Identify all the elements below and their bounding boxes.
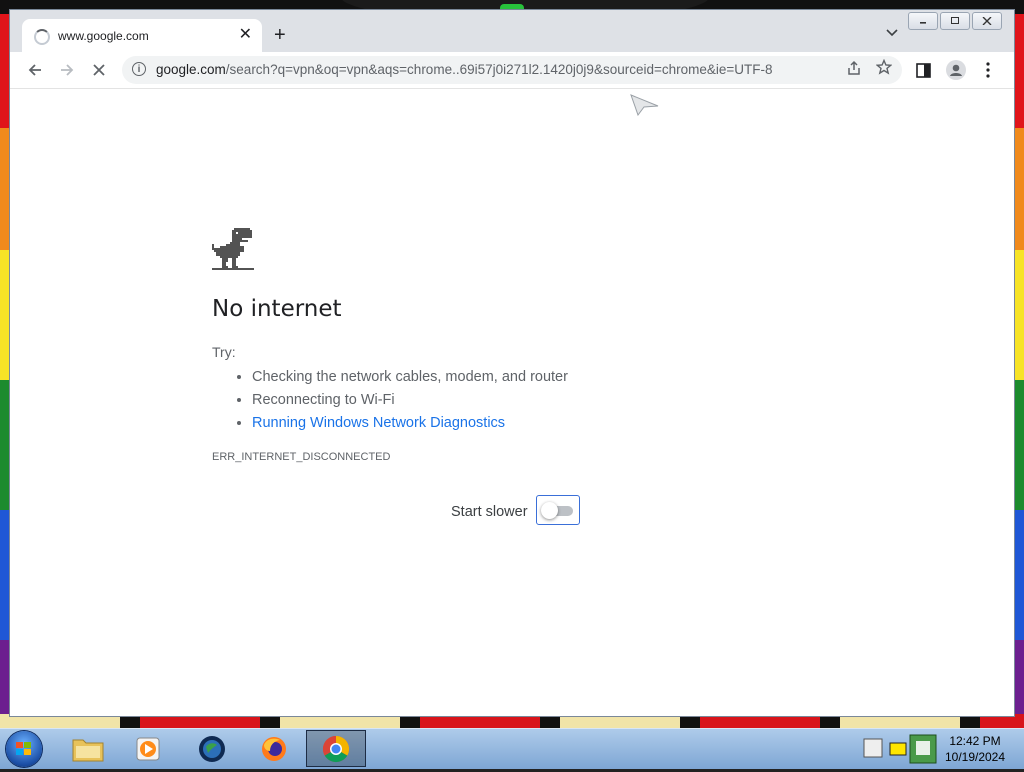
taskbar-chrome[interactable] — [306, 730, 366, 767]
globe-icon — [199, 735, 225, 762]
taskbar-clock[interactable]: 12:42 PM 10/19/2024 — [940, 733, 1010, 765]
arrow-right-icon[interactable] — [56, 59, 78, 81]
share-icon[interactable] — [846, 60, 862, 80]
taskbar: 12:42 PM 10/19/2024 — [0, 728, 1024, 769]
windows-logo-icon — [16, 742, 31, 755]
error-page: No internet Try: Checking the network ca… — [10, 89, 1014, 716]
start-slower-control: Start slower — [432, 495, 582, 529]
browser-window: www.google.com ✕ + i google.com/search?q… — [10, 10, 1014, 716]
browser-toolbar: i google.com/search?q=vpn&oq=vpn&aqs=chr… — [10, 52, 1014, 89]
start-button[interactable] — [6, 731, 42, 767]
start-slower-toggle[interactable] — [536, 495, 580, 525]
kebab-menu-icon[interactable] — [977, 59, 999, 81]
new-tab-button[interactable]: + — [274, 24, 286, 46]
error-title: No internet — [212, 296, 342, 322]
suggestion-item: Running Windows Network Diagnostics — [252, 412, 568, 435]
toggle-knob — [541, 502, 558, 519]
firefox-icon — [262, 736, 286, 761]
address-url[interactable]: google.com/search?q=vpn&oq=vpn&aqs=chrom… — [156, 62, 773, 77]
tab-title: www.google.com — [58, 29, 149, 43]
error-code: ERR_INTERNET_DISCONNECTED — [212, 451, 391, 463]
taskbar-globe-app[interactable] — [182, 730, 242, 767]
address-bar[interactable]: i google.com/search?q=vpn&oq=vpn&aqs=chr… — [122, 56, 902, 84]
profile-icon[interactable] — [945, 59, 967, 81]
clock-time: 12:42 PM — [949, 734, 1001, 748]
action-center-icon — [863, 738, 883, 758]
star-icon[interactable] — [875, 58, 893, 80]
tab-strip: www.google.com ✕ + — [10, 10, 1014, 53]
taskbar-media-player[interactable] — [118, 730, 178, 767]
loading-spinner-icon — [34, 29, 50, 45]
network-diagnostics-link[interactable]: Running Windows Network Diagnostics — [252, 415, 505, 431]
side-panel-icon[interactable] — [912, 59, 934, 81]
stop-loading-icon[interactable] — [88, 59, 110, 81]
suggestion-item: Reconnecting to Wi-Fi — [252, 389, 568, 412]
tab-google[interactable]: www.google.com ✕ — [22, 19, 262, 53]
system-tray — [862, 731, 938, 767]
window-controls — [908, 12, 1002, 30]
media-player-icon — [136, 737, 160, 760]
taskbar-firefox[interactable] — [244, 730, 304, 767]
suggestion-list: Checking the network cables, modem, and … — [232, 366, 568, 435]
tab-search-icon[interactable] — [886, 26, 898, 40]
taskbar-explorer[interactable] — [58, 730, 118, 767]
chrome-icon — [322, 735, 350, 762]
close-window-button[interactable] — [972, 12, 1002, 30]
clock-date: 10/19/2024 — [944, 750, 1006, 764]
try-label: Try: — [212, 344, 236, 360]
arrow-left-icon[interactable] — [24, 59, 46, 81]
folder-icon — [72, 739, 104, 761]
tab-close-icon[interactable]: ✕ — [239, 26, 252, 44]
suggestion-item: Checking the network cables, modem, and … — [252, 366, 568, 389]
maximize-button[interactable] — [940, 12, 970, 30]
minimize-button[interactable] — [908, 12, 938, 30]
site-info-icon[interactable]: i — [132, 62, 146, 76]
start-slower-label: Start slower — [451, 504, 528, 520]
offline-dinosaur-icon — [212, 228, 256, 277]
